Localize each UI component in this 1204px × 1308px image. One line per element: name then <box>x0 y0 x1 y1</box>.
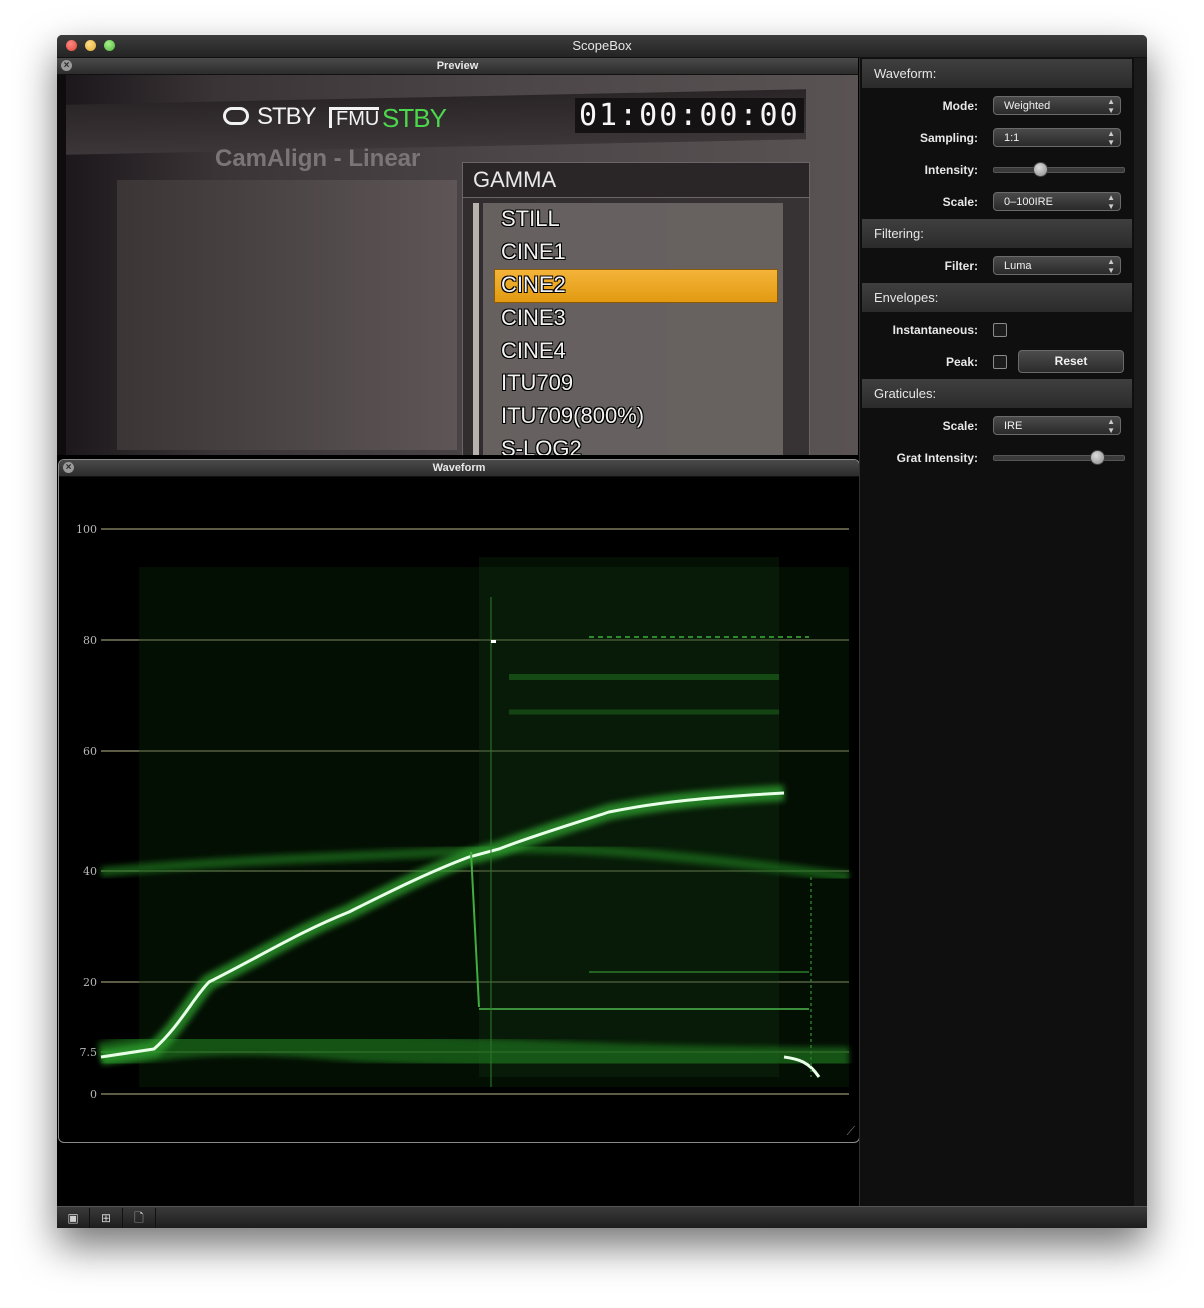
standby-icon <box>223 107 249 125</box>
scopebox-window: ScopeBox × Preview STBY FMU STBY 01:00:0… <box>57 35 1147 1228</box>
waveform-title: Waveform <box>432 462 486 474</box>
gamma-menu-title: GAMMA <box>463 163 809 198</box>
filter-value: Luma <box>1004 260 1032 272</box>
sampling-label: Sampling: <box>919 131 978 145</box>
preview-title: Preview <box>436 60 479 72</box>
overlay-fmu: FMU <box>329 107 380 129</box>
grid-icon[interactable]: ⊞ <box>90 1208 123 1228</box>
instantaneous-label: Instantaneous: <box>892 323 978 337</box>
reset-button[interactable]: Reset <box>1018 350 1124 373</box>
popup-arrows-icon: ▲ ▼ <box>1107 257 1115 275</box>
instantaneous-checkbox[interactable] <box>993 323 1007 337</box>
graticule-scale-popup[interactable]: IRE ▲ ▼ <box>993 416 1121 435</box>
filter-popup[interactable]: Luma ▲ ▼ <box>993 256 1121 275</box>
overlay-stby-left: STBY <box>257 103 317 130</box>
popup-arrows-icon: ▲ ▼ <box>1107 129 1115 147</box>
graticule-scale-label: Scale: <box>942 419 978 433</box>
section-header-graticules: Graticules: <box>862 379 1132 408</box>
waveform-header: × Waveform <box>59 460 859 477</box>
gamma-menu-scrollbar <box>473 203 479 455</box>
section-header-envelopes: Envelopes: <box>862 283 1132 312</box>
intensity-slider[interactable] <box>993 162 1125 177</box>
status-bar: ▣ ⊞ 🗋 <box>57 1206 1147 1228</box>
gamma-menu: GAMMA STILL CINE1 CINE2 CINE3 CINE4 ITU7… <box>462 162 810 455</box>
window-title: ScopeBox <box>572 38 632 53</box>
inspector-panel: Waveform: Mode: Weighted ▲ ▼ Sampling: 1:… <box>859 58 1147 1206</box>
waveform-trace <box>97 557 850 1087</box>
preview-close-icon[interactable]: × <box>61 60 72 71</box>
overlay-timecode: 01:00:00:00 <box>575 98 804 133</box>
scale-label-60: 60 <box>83 745 97 758</box>
preview-header: × Preview <box>57 58 858 75</box>
waveform-scope: 100 80 60 40 20 7.5 0 <box>76 523 850 1101</box>
grat-intensity-slider-knob[interactable] <box>1089 450 1105 465</box>
section-header-waveform: Waveform: <box>862 59 1132 88</box>
scale-label-0: 0 <box>90 1088 97 1101</box>
gamma-item-still: STILL <box>501 206 560 231</box>
sampling-value: 1:1 <box>1004 132 1020 144</box>
popup-arrows-icon: ▲ ▼ <box>1107 417 1115 435</box>
mode-label: Mode: <box>942 99 978 113</box>
gamma-item-cine4: CINE4 <box>501 338 566 363</box>
graticule-scale-value: IRE <box>1004 420 1023 432</box>
waveform-panel: × Waveform 100 80 60 40 20 7.5 0 ⟋ <box>58 459 860 1143</box>
popup-arrows-icon: ▲ ▼ <box>1107 97 1115 115</box>
empty-area <box>57 1143 859 1206</box>
frame-chart-area <box>117 180 457 450</box>
scale-label-100: 100 <box>76 523 97 536</box>
document-icon[interactable]: 🗋 <box>123 1208 156 1228</box>
mode-value: Weighted <box>1004 100 1051 112</box>
gamma-item-slog2: S-LOG2 <box>501 436 582 455</box>
intensity-slider-knob[interactable] <box>1032 162 1048 177</box>
scale-label-80: 80 <box>83 634 97 647</box>
preview-panel: × Preview STBY FMU STBY 01:00:00:00 CamA… <box>57 58 858 455</box>
overlay-camalign: CamAlign - Linear <box>215 145 421 172</box>
gamma-item-cine2: CINE2 <box>501 272 566 297</box>
gamma-item-itu709-800: ITU709(800%) <box>501 403 645 428</box>
scale-value: 0–100IRE <box>1004 196 1053 208</box>
preview-video-frame: STBY FMU STBY 01:00:00:00 CamAlign - Lin… <box>57 75 858 455</box>
filter-label: Filter: <box>944 259 978 273</box>
waveform-close-icon[interactable]: × <box>63 462 74 473</box>
scale-label-7-5: 7.5 <box>80 1046 98 1059</box>
scale-label-40: 40 <box>83 865 97 878</box>
scale-popup[interactable]: 0–100IRE ▲ ▼ <box>993 192 1121 211</box>
gamma-item-cine1: CINE1 <box>501 239 566 264</box>
section-header-filtering: Filtering: <box>862 219 1132 248</box>
image-icon[interactable]: ▣ <box>57 1208 90 1228</box>
mode-popup[interactable]: Weighted ▲ ▼ <box>993 96 1121 115</box>
peak-checkbox[interactable] <box>993 355 1007 369</box>
scale-label-20: 20 <box>83 976 97 989</box>
scale-label: Scale: <box>942 195 978 209</box>
grat-intensity-slider[interactable] <box>993 450 1125 465</box>
intensity-label: Intensity: <box>924 163 978 177</box>
frame-border <box>57 75 66 455</box>
sampling-popup[interactable]: 1:1 ▲ ▼ <box>993 128 1121 147</box>
title-bar: ScopeBox <box>57 35 1147 58</box>
grat-intensity-label: Grat Intensity: <box>896 451 978 465</box>
gamma-item-cine3: CINE3 <box>501 305 566 330</box>
gamma-item-itu709: ITU709 <box>501 370 574 395</box>
overlay-stby-right: STBY <box>382 103 447 133</box>
resize-grip-icon[interactable]: ⟋ <box>847 1124 855 1139</box>
popup-arrows-icon: ▲ ▼ <box>1107 193 1115 211</box>
inspector-scrollbar[interactable] <box>1134 58 1147 1206</box>
peak-label: Peak: <box>945 355 978 369</box>
